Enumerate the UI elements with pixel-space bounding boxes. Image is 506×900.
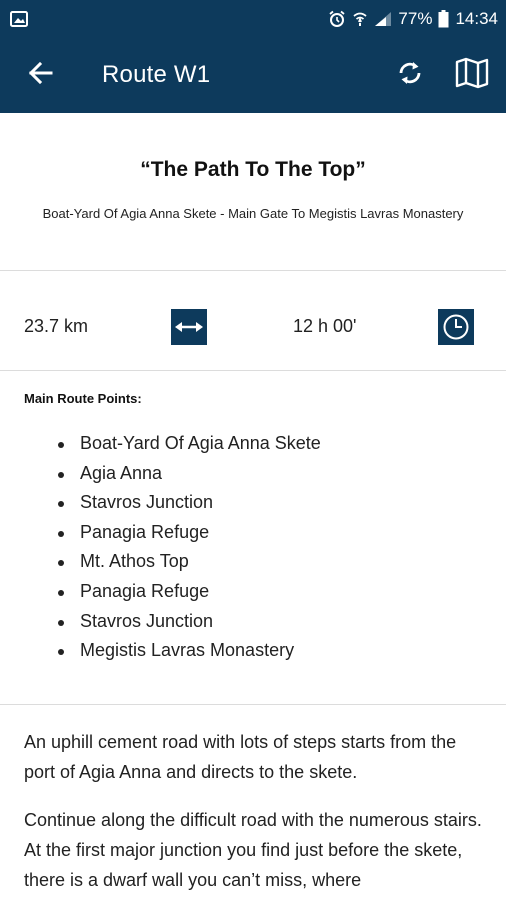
image-icon <box>10 10 28 27</box>
description-paragraph: Continue along the difficult road with t… <box>24 809 482 890</box>
clock-icon <box>438 309 474 345</box>
app-bar: Route W1 <box>0 37 506 113</box>
list-item: Megistis Lavras Monastery <box>58 636 506 666</box>
clock-time: 14:34 <box>455 8 498 28</box>
description-paragraph: An uphill cement road with lots of steps… <box>24 731 457 782</box>
map-button[interactable] <box>452 55 492 95</box>
battery-percent: 77% <box>398 8 433 28</box>
wifi-icon <box>352 11 368 27</box>
route-subtitle: Boat-Yard Of Agia Anna Skete - Main Gate… <box>42 206 464 221</box>
battery-icon <box>438 9 449 28</box>
distance-value: 23.7 km <box>24 316 89 336</box>
duration-value: 12 h 00' <box>293 316 357 336</box>
route-description: An uphill cement road with lots of steps… <box>0 705 506 895</box>
distance-icon <box>171 309 207 345</box>
status-bar: 77% 14:34 <box>0 0 506 37</box>
list-item: Agia Anna <box>58 459 506 489</box>
list-item: Mt. Athos Top <box>58 547 506 577</box>
sync-button[interactable] <box>390 55 430 95</box>
list-item: Boat-Yard Of Agia Anna Skete <box>58 429 506 459</box>
divider <box>0 370 506 371</box>
back-arrow-icon <box>27 61 53 90</box>
list-item: Stavros Junction <box>58 607 506 637</box>
route-points-list: Boat-Yard Of Agia Anna Skete Agia Anna S… <box>58 429 506 666</box>
alarm-icon <box>328 10 346 28</box>
route-stats: 23.7 km 12 h 00' <box>0 271 506 370</box>
signal-icon <box>374 11 392 27</box>
route-name: “The Path To The Top” <box>140 158 366 181</box>
map-icon <box>455 57 489 94</box>
list-item: Stavros Junction <box>58 488 506 518</box>
back-button[interactable] <box>20 55 60 95</box>
list-item: Panagia Refuge <box>58 518 506 548</box>
sync-icon <box>396 59 424 92</box>
route-points-heading: Main Route Points: <box>24 391 142 406</box>
list-item: Panagia Refuge <box>58 577 506 607</box>
route-details: “The Path To The Top” Boat-Yard Of Agia … <box>0 113 506 900</box>
page-title: Route W1 <box>102 61 211 88</box>
